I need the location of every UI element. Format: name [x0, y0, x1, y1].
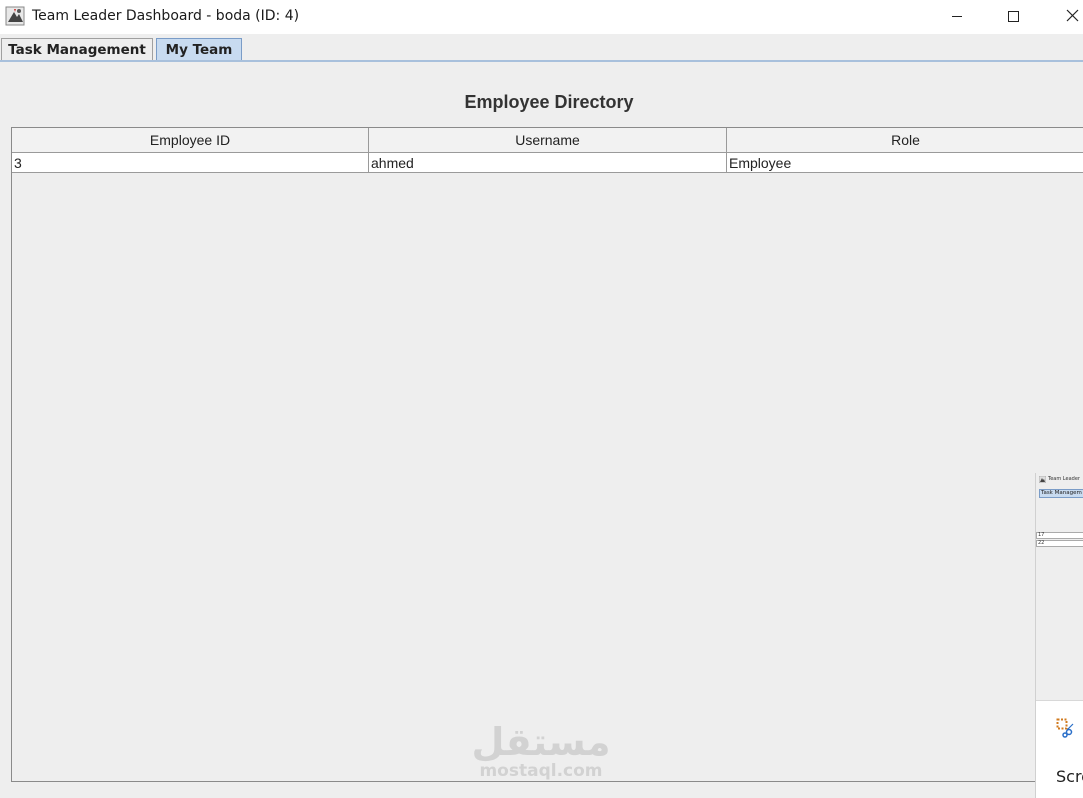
tab-my-team[interactable]: My Team: [156, 38, 242, 61]
employee-table[interactable]: Employee ID Username Role 3 ahmed Employ…: [11, 127, 1083, 782]
snip-notification-title: Scre: [1056, 767, 1083, 786]
java-app-icon: [5, 6, 25, 26]
maximize-button[interactable]: [990, 0, 1036, 34]
thumbnail-tab: Task Managem: [1039, 489, 1083, 498]
snip-thumbnail[interactable]: Team Leader Task Managem 17 22: [1036, 473, 1083, 701]
cell-role[interactable]: Employee: [727, 153, 1083, 173]
column-header-role[interactable]: Role: [727, 128, 1083, 153]
watermark: مستقل mostaql.com: [466, 722, 616, 780]
thumbnail-app-icon: [1039, 476, 1046, 483]
close-icon: [1066, 9, 1079, 22]
minimize-icon: [952, 16, 962, 17]
watermark-arabic: مستقل: [471, 720, 611, 764]
column-header-employee-id[interactable]: Employee ID: [12, 128, 369, 153]
window-title: Team Leader Dashboard - boda (ID: 4): [32, 8, 300, 24]
thumbnail-row: 17: [1036, 532, 1083, 539]
table-header: Employee ID Username Role: [12, 128, 1083, 153]
thumbnail-row: 22: [1036, 540, 1083, 547]
snip-notification[interactable]: Team Leader Task Managem 17 22 Scre: [1035, 473, 1083, 798]
minimize-button[interactable]: [934, 0, 980, 34]
title-bar: Team Leader Dashboard - boda (ID: 4): [0, 0, 1083, 34]
thumbnail-title: Team Leader: [1048, 476, 1080, 482]
page-title: Employee Directory: [464, 92, 634, 112]
table-row[interactable]: 3 ahmed Employee: [12, 153, 1083, 173]
close-button[interactable]: [1046, 0, 1083, 34]
snipping-tool-icon: [1056, 718, 1074, 738]
tab-task-management[interactable]: Task Management: [1, 38, 153, 61]
cell-username[interactable]: ahmed: [369, 153, 727, 173]
watermark-latin: mostaql.com: [479, 761, 603, 781]
cell-employee-id[interactable]: 3: [12, 153, 369, 173]
column-header-username[interactable]: Username: [369, 128, 727, 153]
maximize-icon: [1008, 11, 1019, 22]
